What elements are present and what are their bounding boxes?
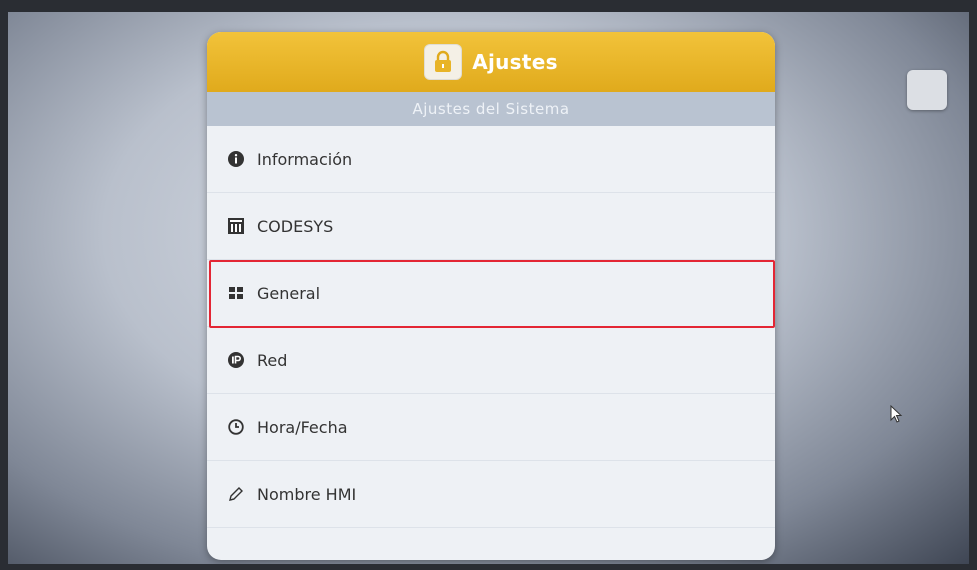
codesys-icon bbox=[227, 217, 245, 235]
settings-panel: Ajustes Ajustes del Sistema Información bbox=[207, 32, 775, 560]
info-icon bbox=[227, 150, 245, 168]
menu-item-label: CODESYS bbox=[257, 216, 334, 236]
menu-item-nombre-hmi[interactable]: Nombre HMI bbox=[207, 461, 775, 528]
lock-icon bbox=[424, 44, 463, 80]
menu-item-label: Nombre HMI bbox=[257, 484, 357, 504]
menu-item-label: General bbox=[257, 283, 321, 303]
ip-icon bbox=[227, 351, 245, 369]
menu-item-label: Red bbox=[257, 350, 288, 370]
grid-icon bbox=[227, 284, 245, 302]
menu-item-general[interactable]: General bbox=[207, 260, 775, 328]
menu-item-codesys[interactable]: CODESYS bbox=[207, 193, 775, 260]
page-title: Ajustes bbox=[472, 50, 558, 74]
clock-icon bbox=[227, 418, 245, 436]
menu-item-informacion[interactable]: Información bbox=[207, 126, 775, 193]
mouse-cursor-icon bbox=[890, 404, 904, 427]
settings-menu: Información CODESYS General Red Hora/Fec… bbox=[207, 126, 775, 528]
menu-item-label: Información bbox=[257, 149, 353, 169]
corner-button[interactable] bbox=[907, 70, 947, 110]
menu-item-hora-fecha[interactable]: Hora/Fecha bbox=[207, 394, 775, 461]
panel-header: Ajustes bbox=[207, 32, 775, 92]
pencil-icon bbox=[227, 485, 245, 503]
menu-item-red[interactable]: Red bbox=[207, 327, 775, 394]
menu-item-label: Hora/Fecha bbox=[257, 417, 348, 437]
page-subtitle: Ajustes del Sistema bbox=[207, 92, 775, 126]
hmi-screen: Ajustes Ajustes del Sistema Información bbox=[8, 12, 969, 564]
